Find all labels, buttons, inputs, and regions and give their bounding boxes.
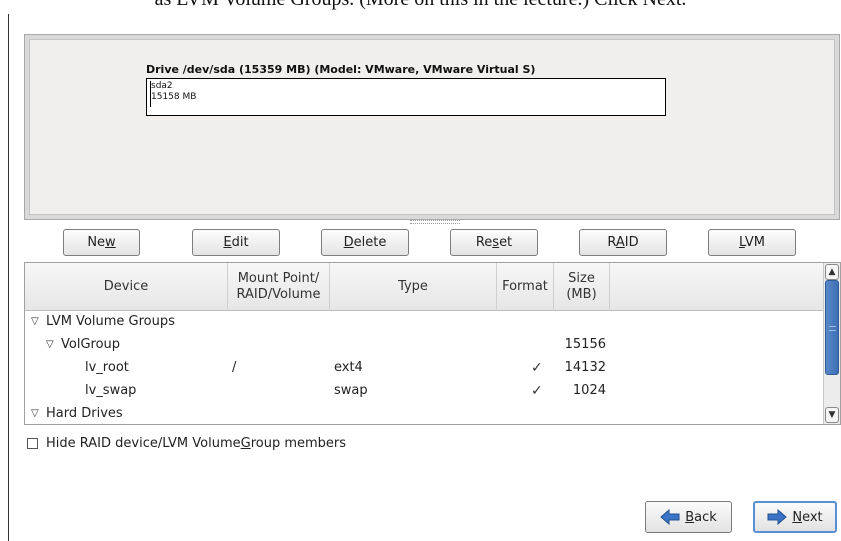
- mount-point-value: /: [232, 360, 237, 375]
- device-name: VolGroup: [61, 337, 121, 352]
- device-name: Hard Drives: [46, 406, 123, 421]
- size-value: 15156: [564, 337, 606, 352]
- format-check-icon: ✓: [531, 383, 543, 399]
- thumb-grip-icon: [829, 326, 836, 331]
- scroll-up-icon[interactable]: ▲: [825, 264, 839, 280]
- table-row[interactable]: lv_root / ext4 ✓ 14132: [25, 357, 823, 380]
- column-header-format[interactable]: Format: [497, 263, 554, 311]
- vertical-scrollbar[interactable]: ▲ ▼: [823, 263, 840, 424]
- lvm-button[interactable]: LVM: [708, 229, 796, 256]
- table-row[interactable]: ▽ LVM Volume Groups: [25, 311, 823, 334]
- checkbox-box[interactable]: [27, 438, 38, 449]
- edit-button[interactable]: Edit: [192, 229, 280, 256]
- drive-title: Drive /dev/sda (15359 MB) (Model: VMware…: [146, 63, 536, 76]
- column-header-mount-point[interactable]: Mount Point/RAID/Volume: [228, 263, 330, 311]
- drive-graphic-panel: [24, 34, 840, 220]
- segment-name: sda2: [151, 81, 173, 91]
- column-header-type[interactable]: Type: [330, 263, 497, 311]
- size-value: 14132: [564, 360, 606, 375]
- document-text: as LVM Volume Groups. (More on this in t…: [0, 0, 841, 11]
- delete-button[interactable]: Delete: [321, 229, 409, 256]
- device-name: lv_swap: [85, 383, 137, 398]
- table-header: Device Mount Point/RAID/Volume Type Form…: [25, 263, 823, 311]
- format-check-icon: ✓: [531, 360, 543, 376]
- segment-size: 15158 MB: [151, 92, 197, 102]
- column-header-device[interactable]: Device: [25, 263, 228, 311]
- page-margin-line: [8, 14, 9, 541]
- back-arrow-icon: [660, 509, 680, 525]
- next-button[interactable]: Next: [753, 501, 837, 533]
- scroll-down-icon[interactable]: ▼: [825, 407, 839, 423]
- device-name: lv_root: [85, 360, 129, 375]
- expander-icon[interactable]: ▽: [31, 408, 39, 419]
- back-button[interactable]: Back: [645, 501, 732, 533]
- partition-segment-sda2[interactable]: sda2 15158 MB: [151, 81, 196, 103]
- hide-members-checkbox[interactable]: Hide RAID device/LVM Volume Group member…: [27, 436, 346, 451]
- table-row[interactable]: ▽ Hard Drives: [25, 403, 823, 424]
- next-arrow-icon: [767, 509, 788, 525]
- column-header-size[interactable]: Size (MB): [554, 263, 610, 311]
- expander-icon[interactable]: ▽: [31, 316, 39, 327]
- raid-button[interactable]: RAID: [579, 229, 667, 256]
- reset-button[interactable]: Reset: [450, 229, 538, 256]
- partition-table[interactable]: Device Mount Point/RAID/Volume Type Form…: [24, 262, 841, 425]
- type-value: ext4: [334, 360, 363, 375]
- expander-icon[interactable]: ▽: [46, 339, 54, 350]
- device-name: LVM Volume Groups: [46, 314, 175, 329]
- new-button[interactable]: New: [63, 229, 140, 256]
- pane-resize-grip[interactable]: [410, 220, 460, 224]
- size-value: 1024: [572, 383, 606, 398]
- table-row[interactable]: lv_swap swap ✓ 1024: [25, 380, 823, 403]
- scrollbar-thumb[interactable]: [825, 280, 839, 375]
- drive-partition-bar[interactable]: sda2 15158 MB: [146, 78, 666, 116]
- type-value: swap: [334, 383, 368, 398]
- table-row[interactable]: ▽ VolGroup 15156: [25, 334, 823, 357]
